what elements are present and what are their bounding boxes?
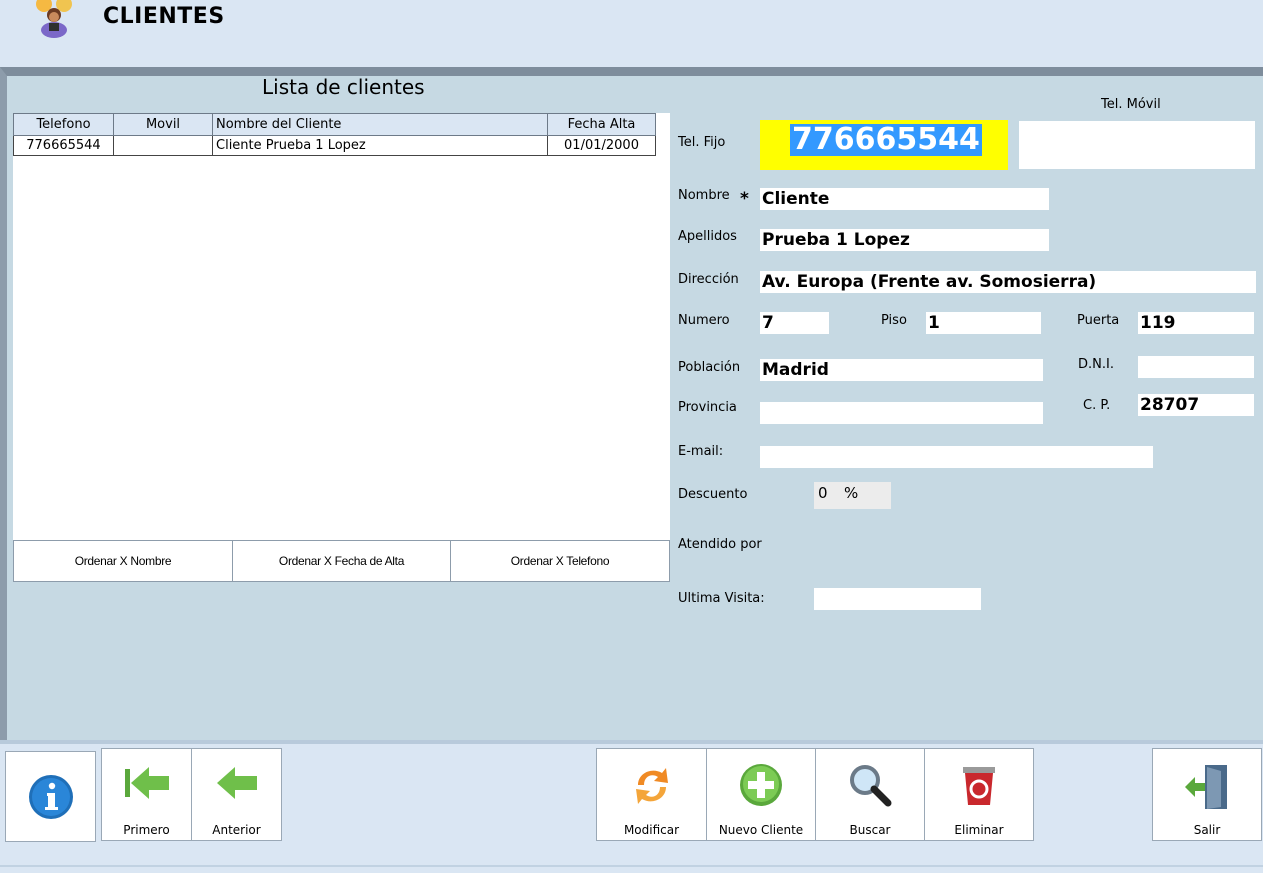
info-icon [28,775,73,819]
cell-movil [113,136,213,156]
direccion-label: Dirección [678,272,739,287]
cell-telefono: 776665544 [13,136,114,156]
column-header-movil[interactable]: Movil [113,113,213,136]
eliminar-button[interactable]: Eliminar [924,748,1034,841]
puerta-input[interactable]: 119 [1138,312,1254,334]
nuevo-cliente-button[interactable]: Nuevo Cliente [706,748,816,841]
first-arrow-icon [124,767,169,799]
numero-label: Numero [678,313,730,328]
ultima-visita-label: Ultima Visita: [678,591,765,606]
descuento-value: 0 [818,484,828,502]
descuento-input[interactable]: 0 % [814,482,891,509]
clients-logo-icon [30,0,78,38]
cell-fecha-alta: 01/01/2000 [547,136,656,156]
tel-movil-label: Tel. Móvil [1101,97,1161,112]
anterior-button[interactable]: Anterior [191,748,282,841]
descuento-label: Descuento [678,487,748,502]
poblacion-label: Población [678,360,741,375]
piso-input[interactable]: 1 [926,312,1041,334]
column-header-telefono[interactable]: Telefono [13,113,114,136]
nuevo-cliente-label: Nuevo Cliente [718,823,804,837]
cell-nombre: Cliente Prueba 1 Lopez [212,136,548,156]
primero-label: Primero [123,823,170,837]
provincia-input[interactable] [760,402,1043,424]
modificar-button[interactable]: Modificar [596,748,707,841]
tel-movil-input[interactable] [1019,121,1255,169]
tel-fijo-value: 776665544 [790,122,982,157]
info-button[interactable] [5,751,96,842]
search-icon [850,765,892,807]
anterior-label: Anterior [212,823,261,837]
required-mark: * [740,189,749,209]
column-header-fecha-alta[interactable]: Fecha Alta [547,113,656,136]
eliminar-label: Eliminar [954,823,1004,837]
recycle-bin-icon [963,767,995,805]
atendido-label: Atendido por [678,537,762,552]
salir-button[interactable]: Salir [1152,748,1262,841]
refresh-icon [635,768,668,804]
nombre-input[interactable]: Cliente [760,188,1049,210]
poblacion-input[interactable]: Madrid [760,359,1043,381]
sort-by-name-button[interactable]: Ordenar X Nombre [13,540,233,582]
sort-by-date-button[interactable]: Ordenar X Fecha de Alta [232,540,451,582]
add-icon [740,764,782,806]
tel-fijo-label: Tel. Fijo [678,135,726,150]
sort-by-phone-button[interactable]: Ordenar X Telefono [450,540,670,582]
piso-label: Piso [881,313,907,328]
email-input[interactable] [760,446,1153,468]
page-title: CLIENTES [103,4,225,29]
descuento-unit: % [844,484,859,502]
status-divider [0,865,1263,867]
cp-input[interactable]: 28707 [1138,394,1254,416]
numero-input[interactable]: 7 [760,312,829,334]
dni-label: D.N.I. [1078,357,1114,372]
list-title: Lista de clientes [262,75,425,99]
column-header-nombre[interactable]: Nombre del Cliente [212,113,548,136]
provincia-label: Provincia [678,400,737,415]
previous-arrow-icon [216,767,257,799]
dni-input[interactable] [1138,356,1254,378]
direccion-input[interactable]: Av. Europa (Frente av. Somosierra) [760,271,1256,293]
email-label: E-mail: [678,444,724,459]
buscar-button[interactable]: Buscar [815,748,925,841]
exit-door-icon [1185,765,1227,809]
modificar-label: Modificar [623,823,680,837]
cp-label: C. P. [1083,398,1111,413]
ultima-visita-input[interactable] [814,588,981,610]
puerta-label: Puerta [1077,313,1120,328]
salir-label: Salir [1193,823,1221,837]
buscar-label: Buscar [849,823,891,837]
nombre-label: Nombre [678,188,730,203]
apellidos-label: Apellidos [678,229,737,244]
primero-button[interactable]: Primero [101,748,192,841]
tel-fijo-input[interactable]: 776665544 [760,120,1008,170]
apellidos-input[interactable]: Prueba 1 Lopez [760,229,1049,251]
clients-list[interactable] [13,113,670,582]
